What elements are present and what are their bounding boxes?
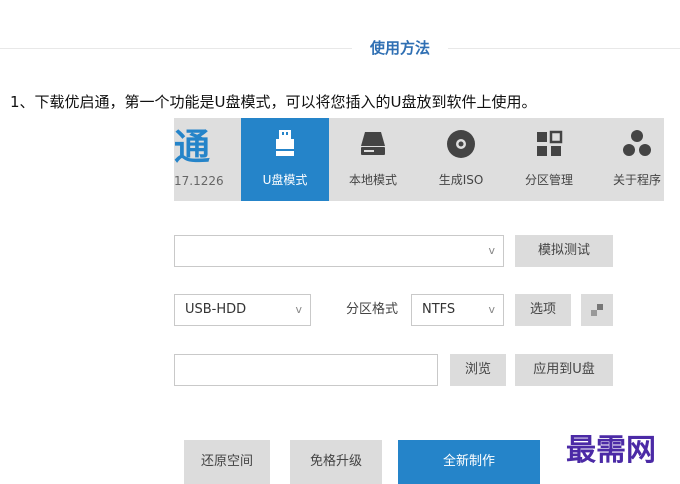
create-new-button[interactable]: 全新制作 xyxy=(398,440,540,484)
app-toolbar: 通 17.1226 U盘模式 本地模式 生成ISO 分区管理 关于程序 xyxy=(174,118,664,201)
chevron-down-icon: v xyxy=(295,303,302,316)
chevron-down-icon: v xyxy=(488,303,495,316)
tab-make-iso[interactable]: 生成ISO xyxy=(417,118,505,201)
boot-mode-value: USB-HDD xyxy=(185,302,247,317)
tab-about[interactable]: 关于程序 xyxy=(593,118,664,201)
tab-about-label: 关于程序 xyxy=(612,173,661,187)
tab-usb-mode-label: U盘模式 xyxy=(262,173,308,187)
hard-disk-icon xyxy=(361,132,385,155)
apply-to-usb-button[interactable]: 应用到U盘 xyxy=(515,354,613,386)
app-version: 17.1226 xyxy=(174,174,224,188)
options-button[interactable]: 选项 xyxy=(515,294,571,326)
filesystem-select[interactable]: NTFS v xyxy=(411,294,504,326)
filesystem-value: NTFS xyxy=(422,302,456,317)
app-logo: 通 xyxy=(174,128,211,168)
tab-local-mode[interactable]: 本地模式 xyxy=(329,118,417,201)
device-select[interactable]: v xyxy=(174,235,504,267)
small-squares-icon xyxy=(591,304,603,316)
tab-partition-label: 分区管理 xyxy=(524,173,573,187)
boot-mode-select[interactable]: USB-HDD v xyxy=(174,294,311,326)
tab-usb-mode[interactable]: U盘模式 xyxy=(241,118,329,201)
about-blocks-icon xyxy=(623,130,651,156)
usb-drive-icon xyxy=(276,130,294,156)
disc-icon xyxy=(447,130,475,158)
intro-text: 1、下载优启通，第一个功能是U盘模式，可以将您插入的U盘放到软件上使用。 xyxy=(10,93,537,111)
app-screenshot: 通 17.1226 U盘模式 本地模式 生成ISO 分区管理 关于程序 v 模拟… xyxy=(174,118,664,484)
section-divider xyxy=(0,48,680,49)
tab-make-iso-label: 生成ISO xyxy=(438,173,484,187)
site-watermark: 最需网 xyxy=(566,433,656,468)
partition-format-label: 分区格式 xyxy=(346,302,399,317)
tab-partition[interactable]: 分区管理 xyxy=(505,118,593,201)
browse-button[interactable]: 浏览 xyxy=(450,354,506,386)
path-input[interactable] xyxy=(174,354,438,386)
format-free-upgrade-button[interactable]: 免格升级 xyxy=(290,440,382,484)
section-title: 使用方法 xyxy=(352,38,449,58)
tab-local-mode-label: 本地模式 xyxy=(348,173,397,187)
restore-space-button[interactable]: 还原空间 xyxy=(184,440,270,484)
chevron-down-icon: v xyxy=(488,244,495,257)
partition-grid-icon xyxy=(537,130,563,156)
simulate-test-button[interactable]: 模拟测试 xyxy=(515,235,613,267)
extra-settings-button[interactable] xyxy=(581,294,613,326)
